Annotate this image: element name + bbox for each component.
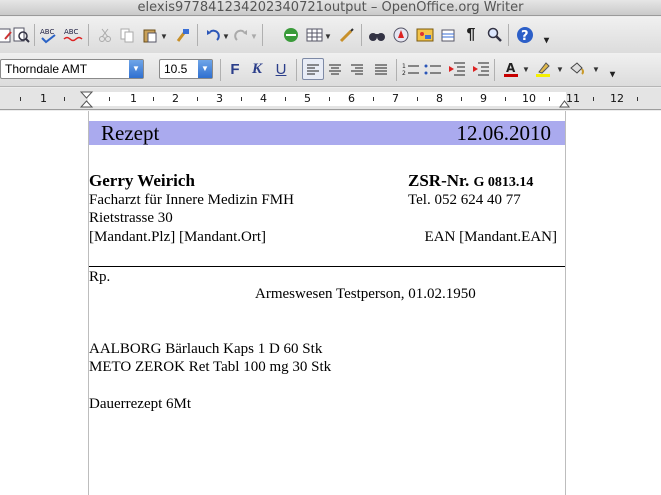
highlighting-icon[interactable] xyxy=(532,58,554,80)
medication-line: METO ZEROK Ret Tabl 100 mg 30 Stk xyxy=(89,359,332,375)
copy-icon[interactable] xyxy=(116,24,138,46)
document-page[interactable]: Rezept 12.06.2010 Gerry Weirich Facharzt… xyxy=(88,111,566,495)
font-name-combo[interactable]: Thorndale AMT ▼ xyxy=(0,59,144,79)
align-right-button[interactable] xyxy=(346,58,368,80)
table-dropdown-icon[interactable]: ▼ xyxy=(324,32,332,41)
window-title: elexis977841234202340721output – OpenOff… xyxy=(137,0,524,15)
cut-icon[interactable] xyxy=(94,24,116,46)
bold-button[interactable]: F xyxy=(224,58,246,80)
data-sources-icon[interactable] xyxy=(437,24,459,46)
paste-icon[interactable] xyxy=(139,24,161,46)
doctor-street: Rietstrasse 30 xyxy=(89,210,173,226)
find-replace-icon[interactable] xyxy=(366,24,388,46)
ruler-number: 7 xyxy=(392,92,399,105)
document-area: Rezept 12.06.2010 Gerry Weirich Facharzt… xyxy=(0,111,661,495)
redo-dropdown-icon[interactable]: ▼ xyxy=(250,32,258,41)
italic-button[interactable]: K xyxy=(246,58,268,80)
svg-text:A: A xyxy=(506,61,516,75)
toolbar-overflow-icon[interactable]: ▾ xyxy=(544,35,549,46)
font-name-dropdown-icon[interactable]: ▼ xyxy=(129,60,143,78)
ruler-number: 4 xyxy=(260,92,267,105)
document-heading: Rezept xyxy=(101,121,160,145)
undo-icon[interactable] xyxy=(202,24,224,46)
help-icon[interactable]: ? xyxy=(514,24,536,46)
spellcheck-icon[interactable]: ABC xyxy=(38,24,60,46)
svg-text:?: ? xyxy=(521,29,529,44)
align-center-button[interactable] xyxy=(324,58,346,80)
autospellcheck-icon[interactable]: ABC xyxy=(62,24,84,46)
zsr-line: ZSR-Nr. G 0813.14 xyxy=(408,172,533,192)
ruler-number: 1 xyxy=(130,92,137,105)
decrease-indent-icon[interactable] xyxy=(446,58,468,80)
align-left-button[interactable] xyxy=(302,58,324,80)
ruler-number: 3 xyxy=(216,92,223,105)
redo-icon[interactable] xyxy=(230,24,252,46)
page-preview-icon[interactable] xyxy=(10,24,32,46)
ruler-number: 1 xyxy=(40,92,47,105)
gallery-icon[interactable] xyxy=(414,24,436,46)
show-draw-functions-icon[interactable] xyxy=(336,24,358,46)
doctor-title: Facharzt für Innere Medizin FMH xyxy=(89,192,294,208)
font-size-value: 10.5 xyxy=(164,62,188,76)
zoom-icon[interactable] xyxy=(484,24,506,46)
ruler-number: 10 xyxy=(522,92,536,105)
svg-text:ABC: ABC xyxy=(40,28,54,36)
justify-button[interactable] xyxy=(370,58,392,80)
background-color-icon[interactable] xyxy=(566,58,588,80)
undo-dropdown-icon[interactable]: ▼ xyxy=(222,32,230,41)
document-date: 12.06.2010 xyxy=(456,121,552,145)
font-name-value: Thorndale AMT xyxy=(5,62,88,76)
mandant-ean: EAN [Mandant.EAN] xyxy=(424,229,557,245)
format-paintbrush-icon[interactable] xyxy=(172,24,194,46)
medication-line: AALBORG Bärlauch Kaps 1 D 60 Stk xyxy=(89,341,323,357)
table-icon[interactable] xyxy=(304,24,326,46)
separator-line xyxy=(89,266,565,267)
rp-label: Rp. xyxy=(89,269,111,285)
ruler-number: 12 xyxy=(610,92,624,105)
background-color-dropdown-icon[interactable]: ▼ xyxy=(592,65,600,74)
ruler-number: 6 xyxy=(348,92,355,105)
highlighting-dropdown-icon[interactable]: ▼ xyxy=(556,65,564,74)
doctor-phone: Tel. 052 624 40 77 xyxy=(408,192,521,208)
underline-button[interactable]: U xyxy=(270,58,292,80)
ruler-number: 9 xyxy=(480,92,487,105)
doctor-name: Gerry Weirich xyxy=(89,171,195,190)
horizontal-ruler[interactable]: 1 1 2 3 4 5 6 7 8 9 10 11 12 xyxy=(0,88,661,110)
svg-text:ABC: ABC xyxy=(64,28,78,36)
ruler-number: 2 xyxy=(172,92,179,105)
zsr-label: ZSR-Nr. xyxy=(408,171,470,190)
font-size-combo[interactable]: 10.5 ▼ xyxy=(159,59,213,79)
ruler-number: 8 xyxy=(436,92,443,105)
zsr-number: G 0813.14 xyxy=(473,175,534,190)
numbering-icon[interactable]: 12 xyxy=(400,58,422,80)
ruler-number: 5 xyxy=(304,92,311,105)
svg-text:2: 2 xyxy=(402,70,406,76)
formatting-toolbar: Thorndale AMT ▼ 10.5 ▼ F K U 1 2 A ▼ ▼ ▼… xyxy=(0,53,661,87)
increase-indent-icon[interactable] xyxy=(470,58,492,80)
writer-window: elexis977841234202340721output – OpenOff… xyxy=(0,0,661,495)
paste-dropdown-icon[interactable]: ▼ xyxy=(160,32,168,41)
patient-line: Armeswesen Testperson, 01.02.1950 xyxy=(255,286,476,302)
bullets-icon[interactable] xyxy=(422,58,444,80)
hyperlink-icon[interactable] xyxy=(280,24,302,46)
font-color-dropdown-icon[interactable]: ▼ xyxy=(522,65,530,74)
header-band: Rezept 12.06.2010 xyxy=(89,121,565,145)
navigator-icon[interactable] xyxy=(390,24,412,46)
svg-text:1: 1 xyxy=(402,63,406,70)
font-size-dropdown-icon[interactable]: ▼ xyxy=(198,60,212,78)
right-indent-marker-icon[interactable] xyxy=(559,91,571,108)
font-color-icon[interactable]: A xyxy=(500,58,522,80)
formatting-marks-icon[interactable]: ¶ xyxy=(460,24,482,46)
indent-marker-icon[interactable] xyxy=(80,91,94,108)
format-toolbar-overflow-icon[interactable]: ▾ xyxy=(610,69,615,80)
title-bar: elexis977841234202340721output – OpenOff… xyxy=(0,0,661,16)
mandant-place: [Mandant.Plz] [Mandant.Ort] xyxy=(89,229,267,245)
prescription-note: Dauerrezept 6Mt xyxy=(89,396,192,412)
standard-toolbar: ABC ABC ▼ ▼ ▼ ▼ ¶ ? ▾ xyxy=(0,17,661,53)
